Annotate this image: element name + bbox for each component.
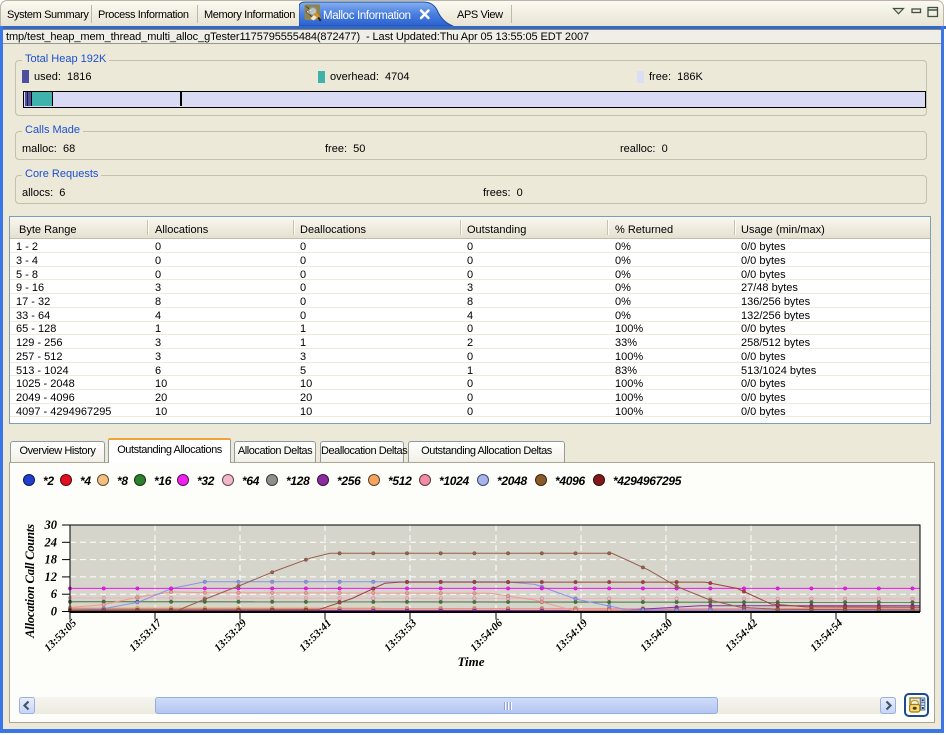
svg-text:13:54:42: 13:54:42 <box>723 617 760 654</box>
svg-text:13:53:05: 13:53:05 <box>42 617 79 654</box>
svg-text:13:54:54: 13:54:54 <box>808 617 845 654</box>
svg-text:0: 0 <box>51 605 58 619</box>
svg-text:Time: Time <box>458 654 485 669</box>
svg-text:13:53:17: 13:53:17 <box>127 617 164 654</box>
svg-text:13:54:06: 13:54:06 <box>468 617 505 654</box>
svg-text:12: 12 <box>45 570 58 584</box>
svg-text:6: 6 <box>51 587 58 601</box>
svg-text:18: 18 <box>45 553 58 567</box>
svg-text:13:53:29: 13:53:29 <box>212 617 249 654</box>
svg-text:13:54:19: 13:54:19 <box>553 617 590 654</box>
svg-text:Allocation Call Counts: Allocation Call Counts <box>23 524 37 639</box>
svg-text:13:53:41: 13:53:41 <box>297 617 334 654</box>
svg-text:30: 30 <box>44 518 58 532</box>
svg-text:13:54:30: 13:54:30 <box>638 617 675 654</box>
svg-text:24: 24 <box>44 535 58 549</box>
svg-text:13:53:53: 13:53:53 <box>382 617 419 654</box>
